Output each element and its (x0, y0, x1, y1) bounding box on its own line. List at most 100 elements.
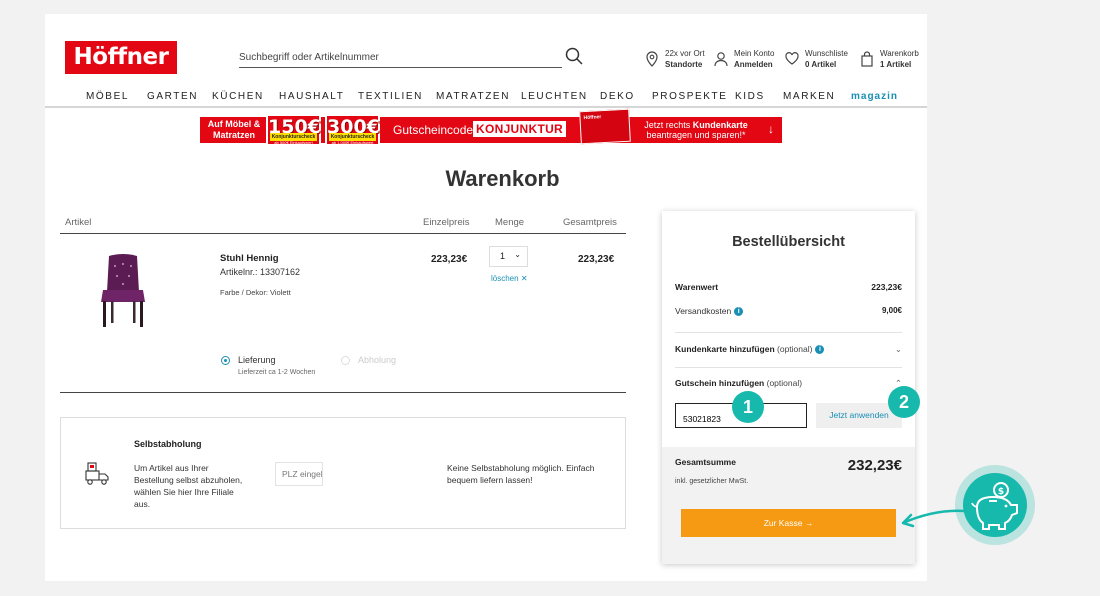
banner-right-text-bold: Kundenkarte (692, 120, 748, 130)
voucher-code: KONJUNKTUR (473, 121, 566, 137)
account-line2: Anmelden (734, 60, 773, 69)
cart-line1: Warenkorb (880, 49, 919, 58)
nav-item-matratzen[interactable]: MATRATZEN (436, 91, 510, 102)
search-input[interactable] (239, 44, 539, 63)
page: Höffner 22x vor Ort Standorte Mein Konto A… (45, 14, 927, 581)
voucher-badge-150: 150€ Konjunkturscheck ab 500€ Einkaufswe… (266, 114, 321, 146)
step-2-callout: 2 (888, 386, 920, 418)
total-label: Gesamtsumme (675, 457, 736, 467)
product-name[interactable]: Stuhl Hennig (220, 253, 279, 264)
banner-left-text: Auf Möbel & Matratzen (207, 119, 261, 140)
wishlist-line2: 0 Artikel (805, 60, 837, 69)
pickup-message: Keine Selbstabholung möglich. Einfach be… (447, 463, 595, 485)
pickup-option-label[interactable]: Abholung (358, 355, 396, 365)
nav-item-leuchten[interactable]: LEUCHTEN (521, 91, 588, 102)
goods-label: Warenwert (675, 282, 719, 292)
wishlist-link[interactable]: Wunschliste 0 Artikel (785, 48, 848, 70)
pickup-description: Um Artikel aus Ihrer Bestellung selbst a… (134, 463, 243, 509)
info-icon[interactable]: i (815, 345, 825, 355)
banner-right-text: Jetzt rechts Kundenkarte beantragen und s… (636, 120, 756, 140)
card-logo-text: Höffner (583, 114, 602, 122)
account-link[interactable]: Mein Konto Anmelden (714, 48, 774, 70)
voucher-badge-300: 300€ Konjunkturscheck ab 1.000€ Einkaufs… (325, 114, 380, 146)
table-divider (60, 233, 626, 234)
hoeffner-logo[interactable]: Höffner (65, 41, 177, 74)
page-title: Warenkorb (445, 166, 560, 191)
customer-card-label: Kundenkarte hinzufügen (675, 344, 775, 354)
nav-item-marken[interactable]: MARKEN (783, 91, 835, 102)
search-bar (239, 44, 562, 68)
nav-item-garten[interactable]: GARTEN (147, 91, 198, 102)
quantity-value: 1 (500, 251, 506, 261)
chevron-down-icon: ⌄ (514, 250, 521, 259)
delete-link[interactable]: löschen ✕ (491, 274, 528, 283)
vat-note: inkl. gesetzlicher MwSt. (675, 478, 749, 485)
delivery-radio[interactable] (221, 356, 230, 365)
user-icon (714, 52, 728, 67)
svg-text:$: $ (998, 487, 1004, 497)
goods-value-row: Warenwert 223,23€ (675, 282, 902, 292)
nav-item-textilien[interactable]: TEXTILIEN (358, 91, 423, 102)
product-article-number: Artikelnr.: 13307162 (220, 267, 301, 277)
close-icon: ✕ (520, 274, 528, 283)
voucher-optional: (optional) (766, 378, 803, 388)
info-icon[interactable]: i (734, 307, 744, 317)
nav-item-moebel[interactable]: MÖBEL (86, 91, 129, 102)
pickup-panel: Selbstabholung Um Artikel aus Ihrer Best… (60, 417, 626, 529)
product-color: Farbe / Dekor: Violett (220, 288, 291, 297)
voucher-toggle[interactable]: Gutschein hinzufügen (optional) ⌃ (675, 378, 902, 388)
location-line1: 22x vor Ort (665, 49, 705, 58)
customer-card-image: Höffner (579, 108, 631, 145)
plz-input[interactable]: PLZ eingeben (275, 462, 323, 486)
arrow-down-icon: ↓ (768, 122, 774, 136)
cart-link[interactable]: Warenkorb 1 Artikel (860, 48, 919, 70)
arrow-right-icon: → (804, 518, 814, 528)
quantity-select[interactable]: 1 ⌄ (489, 246, 528, 267)
step-1-callout: 1 (732, 391, 764, 423)
checkout-button[interactable]: Zur Kasse → (681, 509, 896, 537)
badge-300-sub: ab 1.000€ Einkaufswert (331, 140, 374, 145)
col-header-quantity: Menge (495, 217, 525, 228)
order-summary: Bestellübersicht Warenwert 223,23€ Versa… (662, 211, 915, 564)
summary-title: Bestellübersicht (732, 234, 845, 250)
store-locator[interactable]: 22x vor Ort Standorte (645, 48, 705, 70)
product-image-chair[interactable] (97, 254, 149, 332)
total-price: 223,23€ (578, 254, 615, 265)
goods-value: 223,23€ (871, 282, 902, 292)
piggy-bank-circle: $ (963, 473, 1027, 537)
search-icon[interactable] (565, 47, 583, 65)
delivery-label[interactable]: Lieferung (238, 355, 276, 365)
summary-divider (675, 332, 902, 333)
nav-item-kids[interactable]: KIDS (735, 91, 765, 102)
account-line1: Mein Konto (734, 49, 775, 58)
section-divider (60, 392, 626, 393)
customer-card-toggle[interactable]: Kundenkarte hinzufügen (optional) i ⌄ (675, 344, 902, 355)
chevron-down-icon: ⌄ (894, 344, 902, 354)
customer-card-optional: (optional) (777, 344, 813, 354)
nav-item-kuechen[interactable]: KÜCHEN (212, 91, 264, 102)
col-header-total-price: Gesamtpreis (563, 217, 617, 228)
main-navigation: MÖBEL GARTEN KÜCHEN HAUSHALT TEXTILIEN M… (45, 86, 927, 108)
total-value: 232,23€ (847, 457, 902, 474)
col-header-article: Artikel (65, 217, 92, 228)
checkout-label: Zur Kasse (763, 518, 803, 528)
shipping-row: Versandkosten i 9,00€ (675, 306, 902, 317)
location-pin-icon (646, 51, 658, 67)
store-pickup-icon (85, 462, 109, 485)
unit-price: 223,23€ (431, 254, 468, 265)
promo-banner[interactable]: Auf Möbel & Matratzen 150€ Konjunktursch… (200, 108, 782, 146)
delivery-time: Lieferzeit ca 1-2 Wochen (238, 369, 316, 376)
col-header-unit-price: Einzelpreis (423, 217, 470, 228)
badge-150-sub: ab 500€ Einkaufswert (274, 140, 313, 145)
wishlist-line1: Wunschliste (805, 49, 848, 58)
nav-item-deko[interactable]: DEKO (600, 91, 635, 102)
pickup-radio[interactable] (341, 356, 350, 365)
delete-label: löschen (491, 274, 519, 283)
banner-right-text-1: Jetzt rechts (644, 120, 691, 130)
shopping-bag-icon (861, 51, 873, 67)
nav-item-magazin[interactable]: magazin (851, 91, 898, 102)
shipping-value: 9,00€ (881, 306, 902, 315)
nav-item-haushalt[interactable]: HAUSHALT (279, 91, 344, 102)
nav-item-prospekte[interactable]: PROSPEKTE (652, 91, 728, 102)
voucher-code-label: Gutscheincode: (393, 123, 477, 137)
